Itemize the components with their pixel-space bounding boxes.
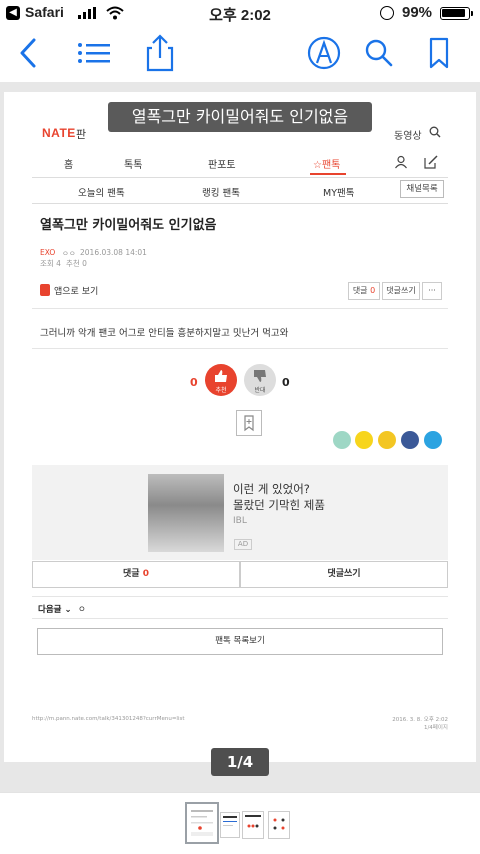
thumbnail-preview (273, 818, 285, 830)
thumbs-down-icon (254, 370, 266, 382)
video-link[interactable]: 동영상 (394, 127, 422, 142)
upvote-button[interactable]: 추천 (205, 364, 237, 396)
list-icon[interactable] (76, 34, 112, 72)
chevron-down-icon: ⌄ (64, 605, 72, 615)
thumbnail-page-2[interactable] (220, 812, 240, 838)
comments-label: 댓글 (123, 569, 140, 579)
divider (32, 618, 448, 619)
more-button[interactable]: ··· (422, 282, 442, 300)
search-icon[interactable] (364, 34, 394, 72)
post-date: 2016.03.08 14:01 (80, 248, 147, 257)
footer-url: http://m.pann.nate.com/talk/341301248?cu… (32, 716, 185, 722)
thumbnail-preview (191, 810, 213, 836)
subnav-divider (32, 203, 448, 204)
app-view-link[interactable]: 앱으로 보기 (54, 284, 98, 297)
upvote-count: 0 (190, 376, 198, 389)
thumbnail-strip (0, 792, 480, 854)
post-recommends: 추천 0 (66, 259, 87, 268)
tab-panphoto[interactable]: 판포토 (208, 156, 236, 171)
status-bar: ◀ Safari 오후 2:02 99% (0, 0, 480, 26)
section-label: 판 (76, 128, 87, 141)
battery-percent: 99% (402, 4, 433, 21)
subtab-my[interactable]: MY팬톡 (323, 185, 354, 199)
share-facebook-icon[interactable] (401, 431, 419, 449)
thumbs-up-icon (215, 370, 227, 382)
viewer-toolbar (0, 26, 480, 82)
divider (32, 596, 448, 597)
ad-brand: IBL (233, 516, 247, 526)
subtab-ranking[interactable]: 랭킹 팬톡 (202, 185, 240, 199)
thumbnail-page-4[interactable] (268, 811, 290, 839)
divider (32, 308, 448, 309)
rotation-lock-icon (380, 6, 394, 20)
document-title-overlay: 열폭그만 카이밀어줘도 인기없음 (108, 102, 372, 132)
battery-icon (440, 7, 470, 20)
thumbnail-page-3[interactable] (242, 811, 264, 839)
divider (32, 348, 448, 349)
tab-toktok[interactable]: 톡톡 (124, 156, 142, 171)
comment-count: 0 (370, 286, 376, 295)
downvote-count: 0 (282, 376, 290, 389)
upvote-label: 추천 (215, 387, 227, 394)
post-title: 열폭그만 카이밀어줘도 인기없음 (40, 218, 217, 233)
subtab-today[interactable]: 오늘의 팬톡 (78, 185, 125, 199)
nav-divider (32, 177, 448, 178)
share-kakaotalk-icon[interactable] (355, 431, 373, 449)
share-kakaostory-icon[interactable] (378, 431, 396, 449)
footer-date-page: 2016. 3. 8. 오후 2:02 1/4페이지 (378, 716, 448, 732)
post-views: 조회 4 (40, 259, 61, 268)
footer-page: 1/4페이지 (423, 725, 448, 731)
user-icon[interactable] (394, 155, 408, 169)
chevron-left-icon[interactable] (16, 34, 40, 72)
page-indicator: 1/4 (211, 748, 269, 776)
channel-list-button[interactable]: 채널목록 (400, 180, 444, 198)
scrap-icon (244, 415, 254, 432)
write-comment-button[interactable]: 댓글쓰기 (382, 282, 420, 300)
post-body: 그러니까 악개 팬코 어그로 안티들 흥분하지말고 밋난거 먹고와 (40, 328, 289, 339)
active-tab-underline (310, 173, 346, 175)
battery-tip (471, 11, 473, 16)
page-search-icon[interactable] (429, 126, 441, 138)
fantalk-list-button[interactable]: 팬톡 목록보기 (37, 628, 443, 655)
write-icon[interactable] (423, 154, 439, 170)
share-chat-icon[interactable] (333, 431, 351, 449)
tab-write-comment[interactable]: 댓글쓰기 (240, 561, 448, 588)
share-twitter-icon[interactable] (424, 431, 442, 449)
comment-label: 댓글 (352, 286, 368, 295)
tab-home[interactable]: 홈 (64, 156, 73, 171)
downvote-label: 반대 (254, 387, 266, 394)
next-post-label[interactable]: 다음글 ⌄ (38, 603, 72, 615)
next-post-title[interactable]: ㅇ (78, 603, 86, 615)
ad-headline-2: 몰랐던 기막힌 제품 (233, 498, 325, 512)
ad-image[interactable] (148, 474, 224, 552)
share-icon[interactable] (146, 34, 174, 72)
thumbnail-preview (223, 816, 237, 826)
tab-fantalk[interactable]: ☆팬톡 (313, 156, 340, 171)
downvote-button[interactable]: 반대 (244, 364, 276, 396)
next-post-label-text: 다음글 (38, 605, 62, 615)
markup-pen-icon[interactable] (306, 34, 342, 72)
footer-date: 2016. 3. 8. 오후 2:02 (392, 717, 448, 723)
ad-tag: AD (234, 539, 252, 550)
thumbnail-page-1[interactable] (185, 802, 219, 844)
ad-headline-1: 이런 게 있었어? (233, 482, 310, 496)
thumbnail-preview (245, 815, 261, 828)
scrap-button[interactable] (236, 410, 262, 436)
tab-comments[interactable]: 댓글 0 (32, 561, 240, 588)
nate-logo: NATE (42, 126, 76, 140)
post-channel[interactable]: EXO (40, 248, 55, 257)
app-icon (40, 284, 50, 296)
bookmark-icon[interactable] (428, 34, 450, 72)
comments-count: 0 (142, 569, 149, 579)
comment-count-button[interactable]: 댓글 0 (348, 282, 380, 300)
